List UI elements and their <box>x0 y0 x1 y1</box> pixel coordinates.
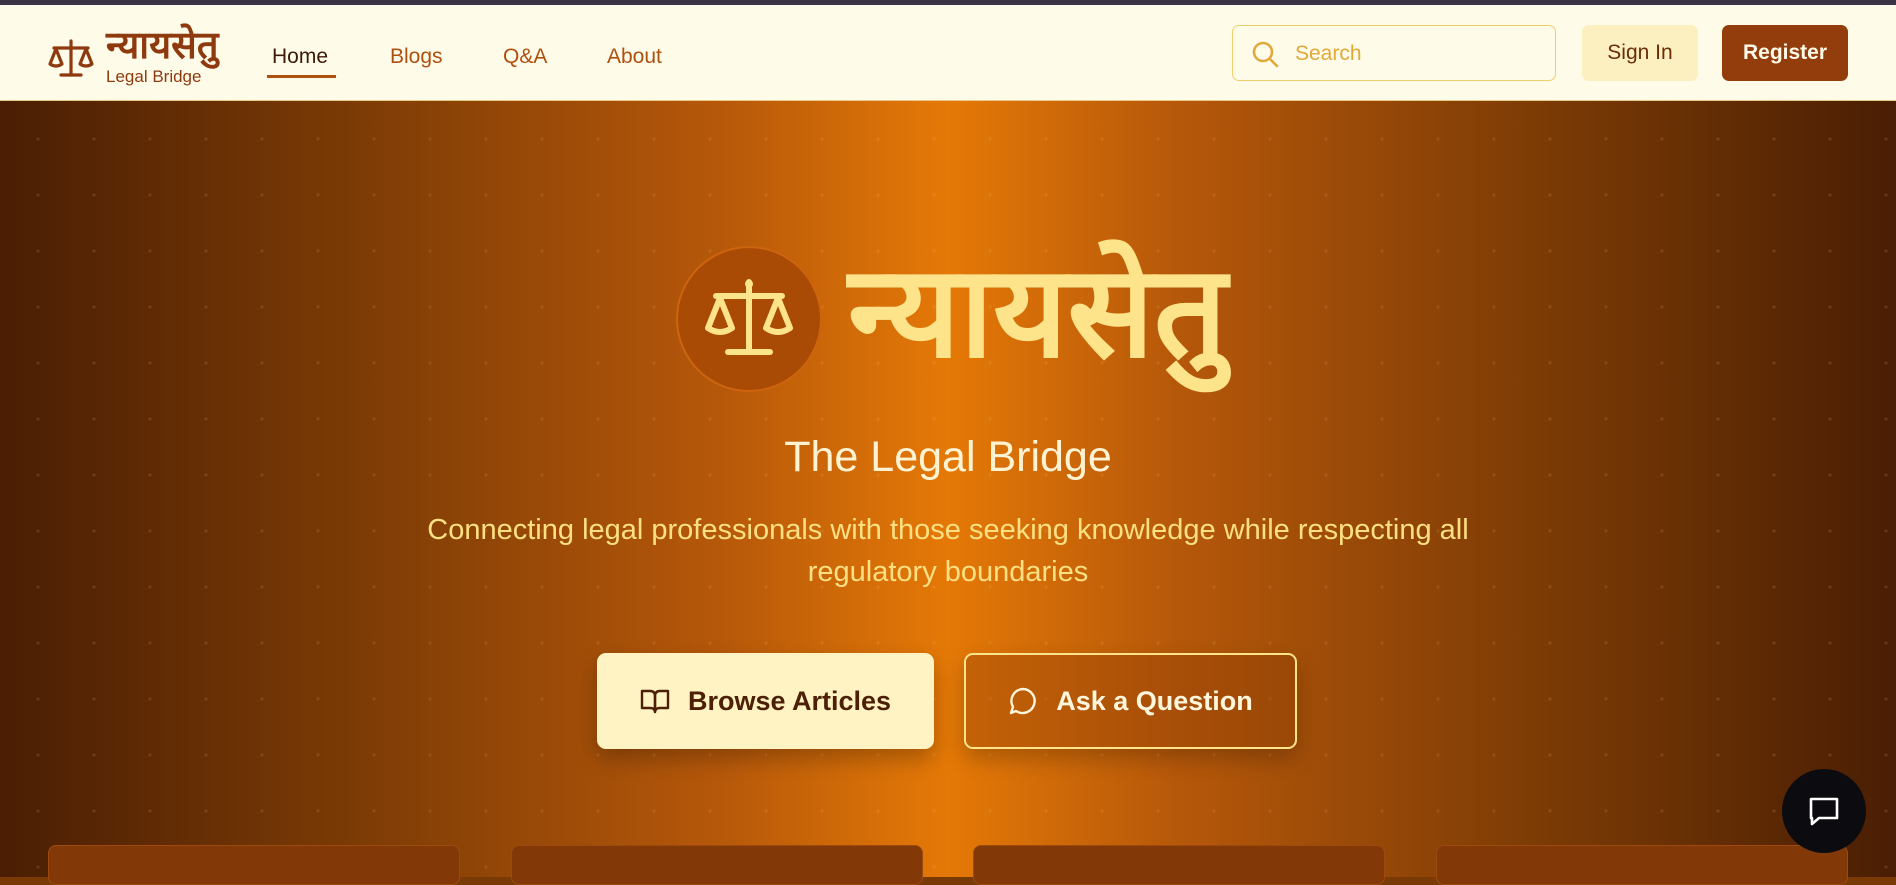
feature-card[interactable] <box>1436 845 1848 885</box>
hero-emblem <box>676 246 822 392</box>
search-input[interactable] <box>1293 34 1547 74</box>
top-navbar: न्यायसेतु Legal Bridge Home Blogs Q&A Ab… <box>0 5 1896 101</box>
feature-card[interactable] <box>511 845 923 885</box>
chat-button[interactable] <box>1782 769 1866 853</box>
scales-icon <box>705 279 793 355</box>
nav-home[interactable]: Home <box>272 45 328 69</box>
brand-logo[interactable]: न्यायसेतु Legal Bridge <box>48 23 248 89</box>
chat-icon <box>1809 797 1839 826</box>
brand-name: न्यायसेतु <box>106 23 219 67</box>
hero-dot-pattern <box>0 101 1896 877</box>
hero-description: Connecting legal professionals with thos… <box>427 514 1469 588</box>
brand-tagline: Legal Bridge <box>106 67 202 86</box>
feature-card[interactable] <box>973 845 1385 885</box>
feature-card[interactable] <box>48 845 460 885</box>
nav-about[interactable]: About <box>607 45 662 69</box>
nav-blogs[interactable]: Blogs <box>390 45 443 69</box>
hero-section: न्यायसेतु The Legal Bridge Connecting le… <box>0 101 1896 885</box>
browse-articles-label: Browse Articles <box>687 685 892 716</box>
signin-button[interactable]: Sign In <box>1582 25 1698 81</box>
message-circle-icon <box>1010 687 1037 715</box>
hero-subtitle: The Legal Bridge <box>784 433 1112 481</box>
browse-articles-button[interactable]: Browse Articles <box>597 653 934 749</box>
ask-question-button[interactable]: Ask a Question <box>964 653 1297 749</box>
hero-title: न्यायसेतु <box>848 238 1227 387</box>
ask-question-label: Ask a Question <box>1056 685 1253 716</box>
book-open-icon <box>640 689 670 714</box>
search-box[interactable] <box>1232 25 1556 81</box>
nav-active-underline <box>267 75 336 78</box>
nav-qa[interactable]: Q&A <box>503 45 547 69</box>
scales-icon <box>48 39 94 77</box>
search-icon <box>1252 41 1279 68</box>
register-button[interactable]: Register <box>1722 25 1848 81</box>
